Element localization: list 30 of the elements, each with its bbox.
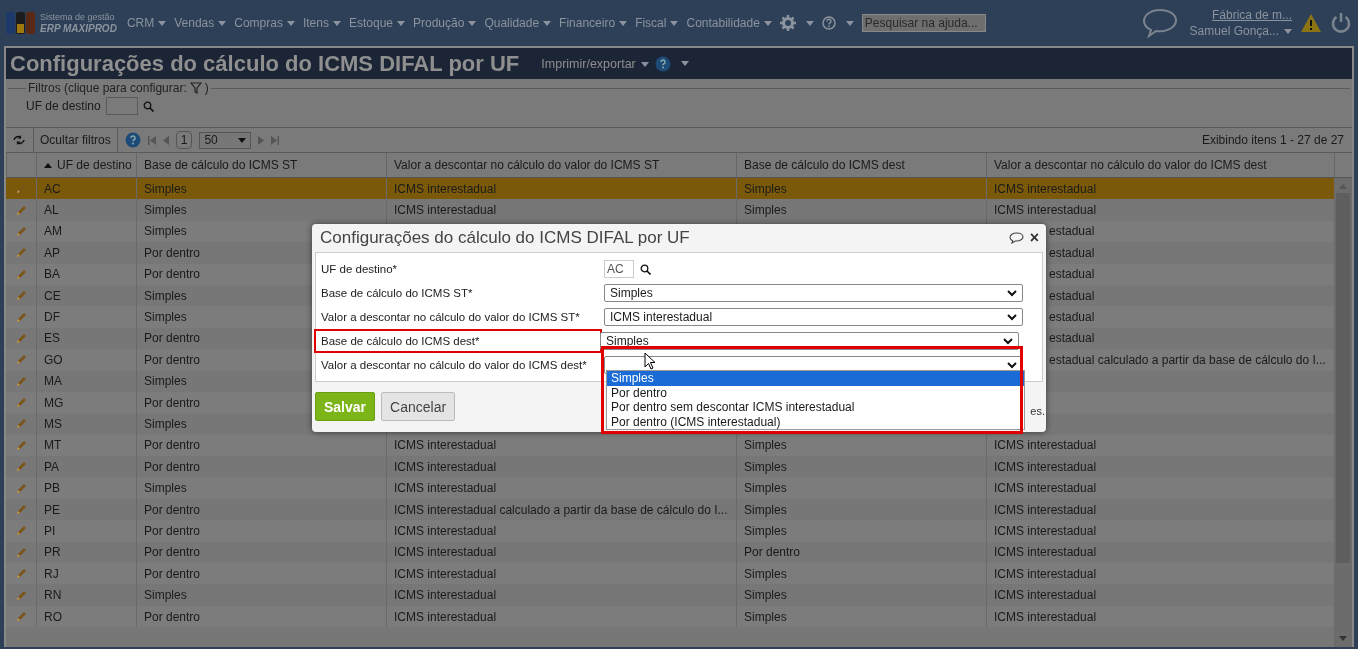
table-cell: Simples xyxy=(736,520,986,542)
table-cell: ICMS interestadual xyxy=(386,584,736,606)
table-cell: MS xyxy=(36,413,136,435)
table-cell: GO xyxy=(36,349,136,371)
page-title: Configurações do cálculo do ICMS DIFAL por UF xyxy=(10,50,520,77)
brand-subtitle: Sistema de gestão xyxy=(40,12,116,23)
filter-label: UF de destino xyxy=(26,99,101,113)
table-cell: Simples xyxy=(736,199,986,221)
filters-legend: Filtros (clique para configurar: xyxy=(28,81,187,95)
brand-name: ERP MAXIPROD xyxy=(40,23,117,34)
table-cell: Simples xyxy=(136,584,386,606)
table-cell: Por dentro xyxy=(136,520,386,542)
table-cell: ICMS interestadual xyxy=(386,477,736,499)
table-cell: MA xyxy=(36,370,136,392)
table-cell: PI xyxy=(36,520,136,542)
table-cell: AP xyxy=(36,242,136,264)
items-summary: Exibindo itens 1 - 27 de 27 xyxy=(1201,133,1344,147)
table-cell: AL xyxy=(36,199,136,221)
filters-legend-end: ) xyxy=(204,81,209,95)
table-cell: PB xyxy=(36,477,136,499)
table-cell: Simples xyxy=(136,199,386,221)
table-cell: Simples xyxy=(136,477,386,499)
table-cell: Simples xyxy=(736,584,986,606)
dialog-note: es. xyxy=(1030,404,1045,417)
table-cell: DF xyxy=(36,306,136,328)
table-cell: ICMS interestadual xyxy=(386,520,736,542)
table-cell: ICMS interestadual xyxy=(386,199,736,221)
table-cell: RN xyxy=(36,584,136,606)
table-cell: Simples xyxy=(736,477,986,499)
table-cell: BA xyxy=(36,263,136,285)
